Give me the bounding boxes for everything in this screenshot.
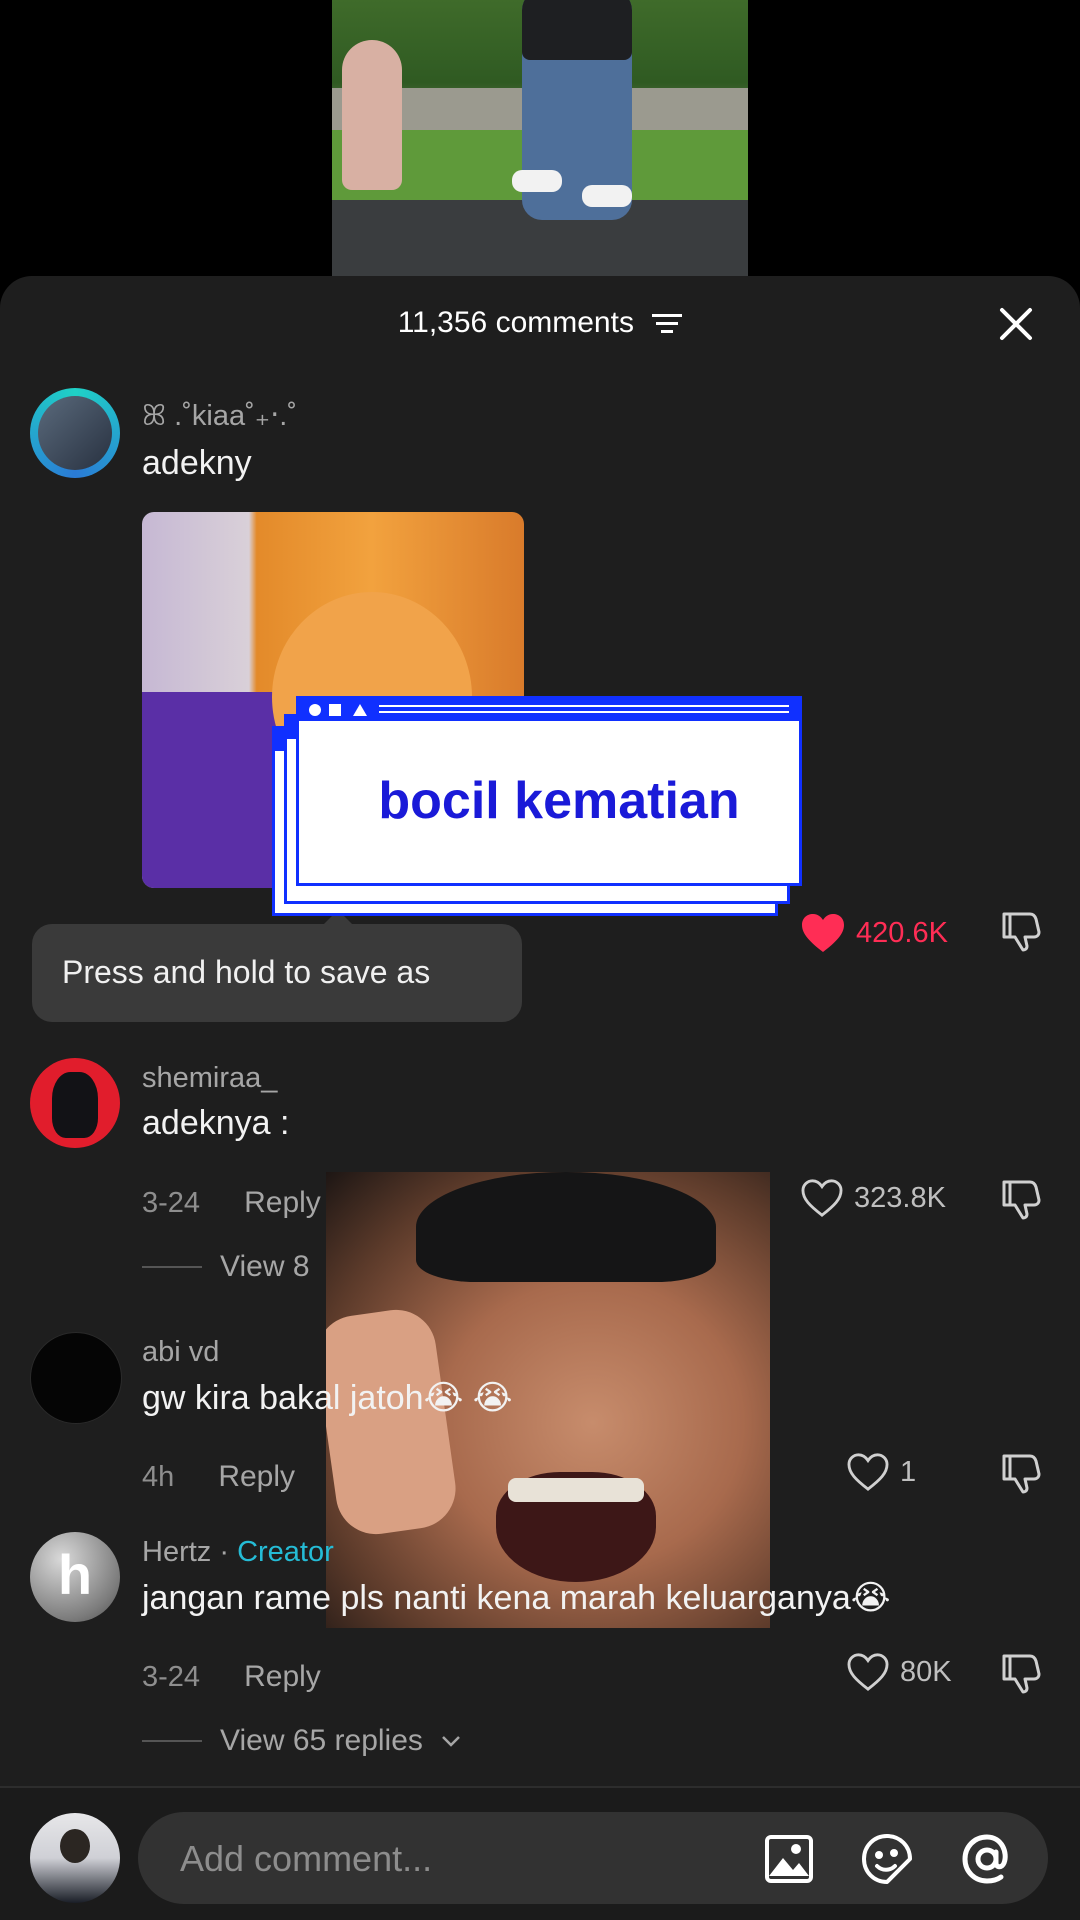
- comment-meta: 3-24 Reply: [142, 1660, 321, 1694]
- my-avatar[interactable]: [30, 1813, 120, 1903]
- video-child: [342, 40, 402, 190]
- like-count: 1: [900, 1455, 917, 1488]
- chevron-down-icon: [442, 1736, 460, 1747]
- view-replies-label: View 65 replies: [220, 1724, 423, 1757]
- like-button[interactable]: 420.6K: [800, 912, 948, 954]
- avatar[interactable]: [30, 1058, 120, 1148]
- photo-hair: [416, 1172, 716, 1282]
- comments-count[interactable]: 11,356 comments: [0, 306, 1080, 340]
- reply-button[interactable]: Reply: [244, 1660, 321, 1693]
- comment-text: adeknya :: [142, 1104, 290, 1142]
- avatar-image: [38, 396, 112, 470]
- avatar-image: [60, 1829, 90, 1863]
- avatar-image: [52, 1072, 98, 1138]
- comment-text: gw kira bakal jatoh😭 😭: [142, 1379, 513, 1417]
- heart-outline-icon: [801, 1179, 843, 1217]
- view-replies-label: View 8: [220, 1250, 310, 1283]
- replies-divider: [142, 1740, 202, 1742]
- video-shoe: [582, 185, 632, 207]
- image-icon[interactable]: [762, 1832, 816, 1886]
- tooltip-text: Press and hold to save as: [62, 954, 431, 990]
- video-shoe: [512, 170, 562, 192]
- replies-divider: [142, 1266, 202, 1268]
- reply-button[interactable]: Reply: [244, 1186, 321, 1219]
- view-replies-button[interactable]: View 65 replies: [142, 1724, 461, 1758]
- like-button[interactable]: 323.8K: [800, 1178, 946, 1218]
- creator-badge: Creator: [237, 1536, 334, 1568]
- heart-outline-icon: [847, 1453, 889, 1491]
- like-count: 420.6K: [856, 916, 948, 949]
- comment-username[interactable]: shemiraa_: [142, 1062, 277, 1095]
- video-person: [512, 0, 632, 220]
- comment-item: h Hertz · Creator jangan rame pls nanti …: [0, 1532, 1080, 1762]
- sticker-popup-window: bocil kematian: [272, 696, 812, 916]
- like-count: 80K: [900, 1655, 952, 1688]
- comment-input[interactable]: [178, 1830, 702, 1888]
- heart-filled-icon: [802, 914, 844, 952]
- video-preview[interactable]: [332, 0, 748, 276]
- heart-outline-icon: [847, 1653, 889, 1691]
- comment-username[interactable]: abi vd: [142, 1336, 219, 1369]
- comment-composer: [0, 1788, 1080, 1920]
- comment-username-row: Hertz · Creator: [142, 1536, 334, 1568]
- dislike-icon[interactable]: [1000, 1452, 1042, 1494]
- comments-count-label: 11,356 comments: [397, 306, 634, 339]
- comment-input-container: [138, 1812, 1048, 1904]
- comment-meta: 3-24 Reply: [142, 1186, 321, 1220]
- mention-icon[interactable]: [960, 1832, 1014, 1886]
- close-icon[interactable]: [996, 304, 1036, 344]
- comment-date: 4h: [142, 1461, 175, 1493]
- like-button[interactable]: 1: [846, 1452, 916, 1492]
- avatar-letter-icon: h: [57, 1543, 93, 1606]
- comments-sheet: 11,356 comments ꕤ .˚kiaa˚₊‧.˚ adekny 420…: [0, 276, 1080, 1920]
- avatar[interactable]: [30, 388, 120, 478]
- dislike-icon[interactable]: [1000, 910, 1042, 952]
- like-button[interactable]: 80K: [846, 1652, 952, 1692]
- popup-titlebar: [299, 699, 799, 721]
- comment-username[interactable]: ꕤ .˚kiaa˚₊‧.˚: [142, 398, 297, 433]
- comment-item: abi vd gw kira bakal jatoh😭 😭 4h Reply 1: [0, 1332, 1080, 1512]
- sticker-icon[interactable]: [860, 1832, 914, 1886]
- view-replies-button[interactable]: View 8: [142, 1250, 310, 1284]
- avatar[interactable]: h: [30, 1532, 120, 1622]
- save-sticker-tooltip: Press and hold to save as: [32, 910, 522, 1022]
- comment-meta: 4h Reply: [142, 1460, 295, 1494]
- popup-layer-front: bocil kematian: [296, 696, 802, 886]
- filter-icon[interactable]: [652, 312, 683, 336]
- comment-date: 3-24: [142, 1661, 201, 1693]
- titlebar-stripe: [379, 705, 789, 707]
- comment-username[interactable]: Hertz: [142, 1536, 211, 1568]
- titlebar-stripe: [379, 711, 789, 713]
- popup-title: bocil kematian: [378, 772, 740, 830]
- video-person-jacket: [522, 0, 632, 60]
- sticker-figure-left: [142, 692, 282, 888]
- window-controls-icon: [309, 704, 367, 716]
- dislike-icon[interactable]: [1000, 1652, 1042, 1694]
- reply-button[interactable]: Reply: [218, 1460, 295, 1493]
- comment-text: jangan rame pls nanti kena marah keluarg…: [142, 1579, 891, 1617]
- like-count: 323.8K: [854, 1181, 946, 1214]
- comment-date: 3-24: [142, 1187, 201, 1219]
- avatar[interactable]: [30, 1332, 122, 1424]
- dislike-icon[interactable]: [1000, 1178, 1042, 1220]
- comment-text: adekny: [142, 444, 252, 482]
- comments-header: 11,356 comments: [0, 276, 1080, 378]
